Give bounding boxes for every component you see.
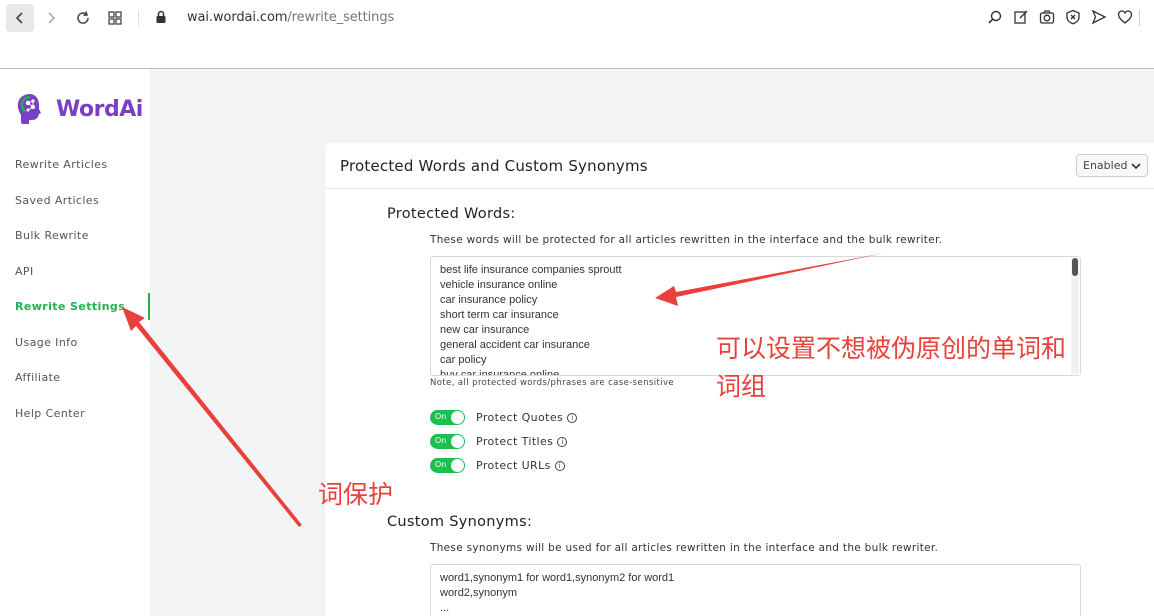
annotation-protected-words-note: 可以设置不想被伪原创的单词和 词组 bbox=[716, 330, 1066, 406]
annotation-line: 可以设置不想被伪原创的单词和 bbox=[716, 334, 1067, 363]
annotation-arrows bbox=[122, 253, 884, 527]
arrow-to-rewrite-settings bbox=[122, 307, 302, 527]
annotation-line: 词组 bbox=[716, 372, 767, 401]
annotation-word-protection: 词保护 bbox=[318, 480, 394, 509]
arrow-to-textarea bbox=[655, 253, 884, 306]
